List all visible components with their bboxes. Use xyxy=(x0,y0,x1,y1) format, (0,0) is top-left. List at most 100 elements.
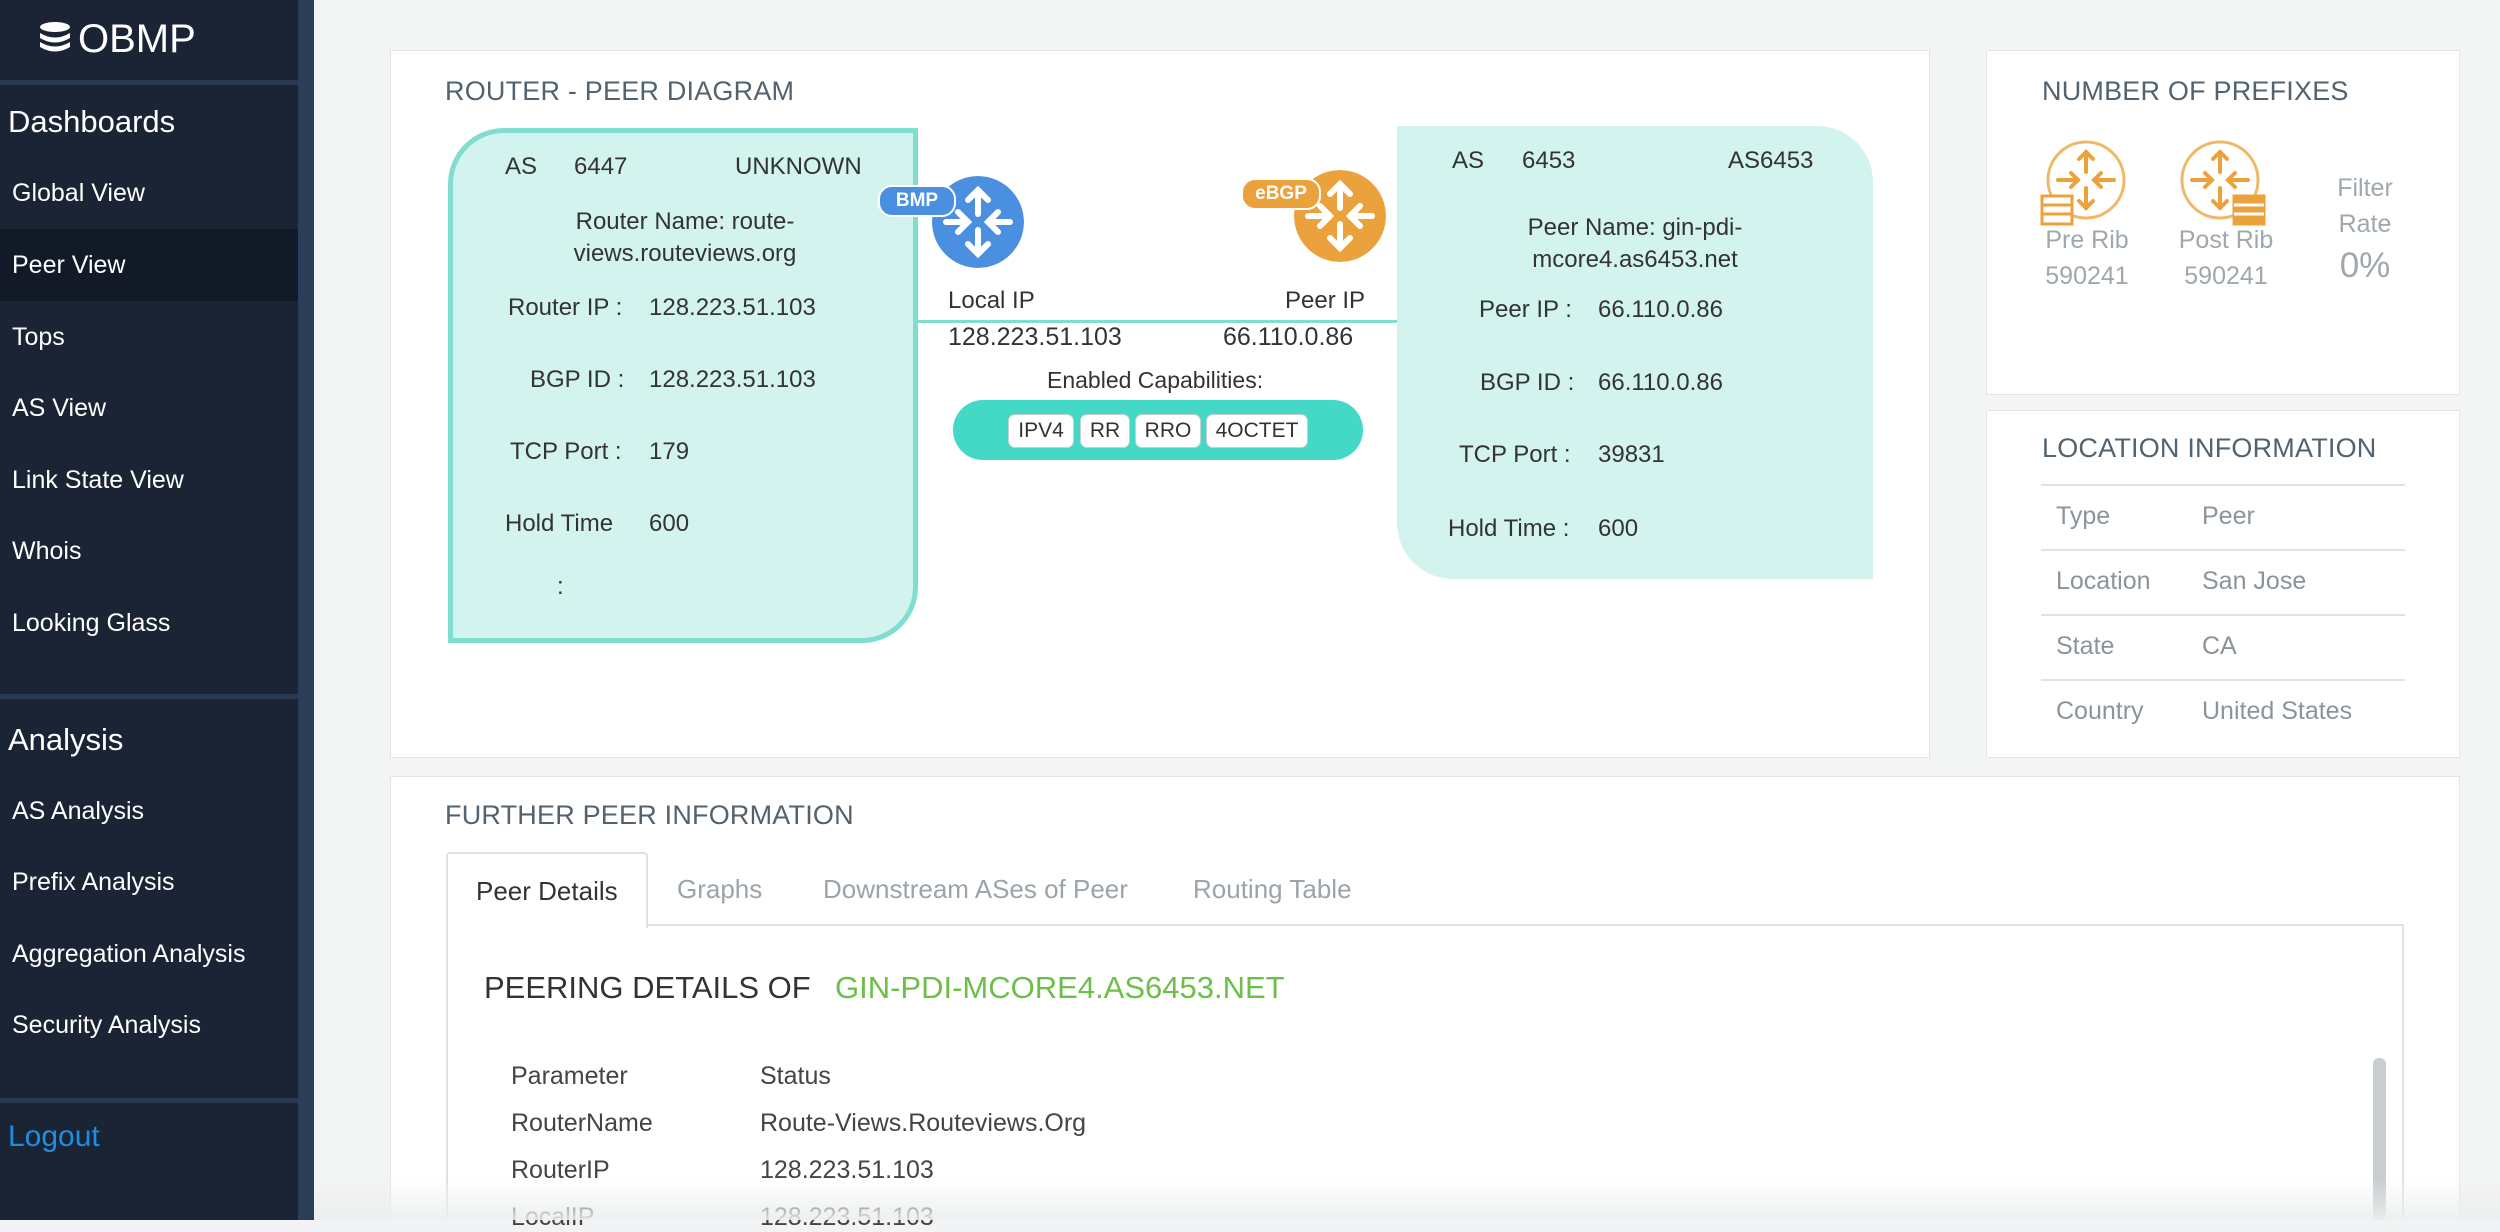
post-rib-value: 590241 xyxy=(2184,262,2268,290)
capability-tag: RRO xyxy=(1135,414,1201,448)
sidebar-item-whois[interactable]: Whois xyxy=(0,515,298,587)
peer-ip-row-label: Peer IP : xyxy=(1479,296,1572,323)
peer-bgp-id-value: 66.110.0.86 xyxy=(1598,369,1724,396)
sidebar-item-label: Looking Glass xyxy=(12,608,171,637)
peer-as-label: AS xyxy=(1452,147,1485,174)
sidebar-item-label: Tops xyxy=(12,322,65,351)
location-value: Peer xyxy=(2202,502,2255,530)
peer-name-line1: Peer Name: gin-pdi- xyxy=(1527,214,1743,241)
details-scrollbar[interactable] xyxy=(2373,1058,2386,1220)
router-tcp-port-label: TCP Port : xyxy=(510,438,622,465)
location-key: Country xyxy=(2056,697,2144,725)
capability-tag: 4OCTET xyxy=(1206,414,1308,448)
location-key: Type xyxy=(2056,502,2111,530)
sidebar-divider xyxy=(0,1098,298,1103)
location-key: Location xyxy=(2056,567,2151,595)
post-rib-label: Post Rib xyxy=(2178,226,2274,254)
peer-box xyxy=(1397,126,1873,579)
router-hold-time-colon: : xyxy=(557,573,564,600)
location-title: LOCATION INFORMATION xyxy=(2042,433,2377,463)
location-row-country: Country United States xyxy=(2041,679,2405,745)
filter-rate-label-1: Filter xyxy=(2337,174,2393,202)
peer-hold-time-label: Hold Time : xyxy=(1448,515,1570,542)
sidebar-item-security-analysis[interactable]: Security Analysis xyxy=(0,989,298,1061)
sidebar-item-aggregation-analysis[interactable]: Aggregation Analysis xyxy=(0,918,298,990)
filter-rate-label-2: Rate xyxy=(2338,210,2392,238)
peer-as-number: 6453 xyxy=(1522,147,1576,174)
router-hold-time-value: 600 xyxy=(649,510,690,537)
sidebar-item-as-analysis[interactable]: AS Analysis xyxy=(0,775,298,847)
app-logo[interactable]: OBMP xyxy=(36,14,196,64)
router-as-label: AS xyxy=(505,153,538,180)
sidebar-item-label: Whois xyxy=(12,536,82,565)
table-cell-parameter: LocalIP xyxy=(511,1203,595,1231)
table-header-status: Status xyxy=(760,1062,831,1090)
table-cell-status: 128.223.51.103 xyxy=(760,1156,934,1184)
sidebar-item-tops[interactable]: Tops xyxy=(0,301,298,373)
peer-name: Peer Name: gin-pdi- mcore4.as6453.net xyxy=(1470,212,1800,276)
router-as-number: 6447 xyxy=(574,153,628,180)
sidebar-divider xyxy=(0,80,298,85)
peer-bgp-id-label: BGP ID : xyxy=(1480,369,1575,396)
sidebar-item-label: Prefix Analysis xyxy=(12,867,175,896)
router-bgp-id-label: BGP ID : xyxy=(530,366,625,393)
capabilities-label: Enabled Capabilities: xyxy=(1047,367,1264,393)
router-name-line1: Router Name: route- xyxy=(575,208,795,235)
location-key: State xyxy=(2056,632,2115,660)
peering-details-heading: PEERING DETAILS OF xyxy=(484,970,811,1005)
table-cell-parameter: RouterName xyxy=(511,1109,653,1137)
location-value: CA xyxy=(2202,632,2237,660)
ebgp-badge: eBGP xyxy=(1241,178,1321,210)
peer-name-line2: mcore4.as6453.net xyxy=(1532,246,1738,273)
router-hold-time-label: Hold Time xyxy=(505,510,614,537)
logout-link[interactable]: Logout xyxy=(8,1120,100,1154)
tab-peer-details[interactable]: Peer Details xyxy=(446,852,648,928)
table-cell-status: 128.223.51.103 xyxy=(760,1203,934,1231)
tab-downstream-ases[interactable]: Downstream ASes of Peer xyxy=(823,852,1128,926)
local-ip-label: Local IP xyxy=(948,287,1035,314)
sidebar-heading-dashboards: Dashboards xyxy=(8,104,176,139)
router-tcp-port-value: 179 xyxy=(649,438,690,465)
pre-rib-label: Pre Rib xyxy=(2045,226,2129,254)
database-icon xyxy=(40,22,70,52)
sidebar-heading-analysis: Analysis xyxy=(8,722,124,757)
location-row-state: State CA xyxy=(2041,614,2405,680)
sidebar-item-global-view[interactable]: Global View xyxy=(0,157,298,229)
pre-rib-value: 590241 xyxy=(2045,262,2129,290)
peering-details-peer-name: GIN-PDI-MCORE4.AS6453.NET xyxy=(835,970,1285,1005)
sidebar-item-label: Security Analysis xyxy=(12,1010,201,1039)
router-as-name: UNKNOWN xyxy=(735,153,862,180)
capability-tag: RR xyxy=(1080,414,1130,448)
further-info-title: FURTHER PEER INFORMATION xyxy=(445,800,854,830)
router-bgp-id-value: 128.223.51.103 xyxy=(649,366,816,393)
location-row-type: Type Peer xyxy=(2041,484,2405,550)
sidebar-item-as-view[interactable]: AS View xyxy=(0,372,298,444)
sidebar-item-peer-view[interactable]: Peer View xyxy=(0,229,298,301)
sidebar-item-label: AS Analysis xyxy=(12,796,145,825)
tab-routing-table[interactable]: Routing Table xyxy=(1193,852,1352,926)
table-header-parameter: Parameter xyxy=(511,1062,628,1090)
table-cell-parameter: RouterIP xyxy=(511,1156,610,1184)
location-value: San Jose xyxy=(2202,567,2307,595)
peer-ip-label: Peer IP xyxy=(1285,287,1366,314)
local-ip-value: 128.223.51.103 xyxy=(948,323,1122,351)
router-ip-value: 128.223.51.103 xyxy=(649,294,816,321)
filter-rate-value: 0% xyxy=(2339,246,2391,285)
post-rib-icon xyxy=(2180,140,2266,226)
sidebar-item-link-state-view[interactable]: Link State View xyxy=(0,444,298,516)
sidebar-edge xyxy=(298,0,314,1220)
sidebar-item-looking-glass[interactable]: Looking Glass xyxy=(0,587,298,659)
pre-rib-icon xyxy=(2040,140,2126,226)
sidebar-item-prefix-analysis[interactable]: Prefix Analysis xyxy=(0,846,298,918)
bmp-badge: BMP xyxy=(878,185,956,217)
sidebar-item-label: Global View xyxy=(12,178,145,207)
tab-graphs[interactable]: Graphs xyxy=(677,852,762,926)
peer-ip-value: 66.110.0.86 xyxy=(1223,323,1354,351)
peer-tcp-port-label: TCP Port : xyxy=(1459,441,1571,468)
table-cell-status: Route-Views.Routeviews.Org xyxy=(760,1109,1087,1137)
capability-tag: IPV4 xyxy=(1008,414,1074,448)
prefixes-title: NUMBER OF PREFIXES xyxy=(2042,76,2349,106)
sidebar-item-label: Link State View xyxy=(12,465,184,494)
sidebar-divider xyxy=(0,694,298,699)
peer-tcp-port-value: 39831 xyxy=(1598,441,1665,468)
